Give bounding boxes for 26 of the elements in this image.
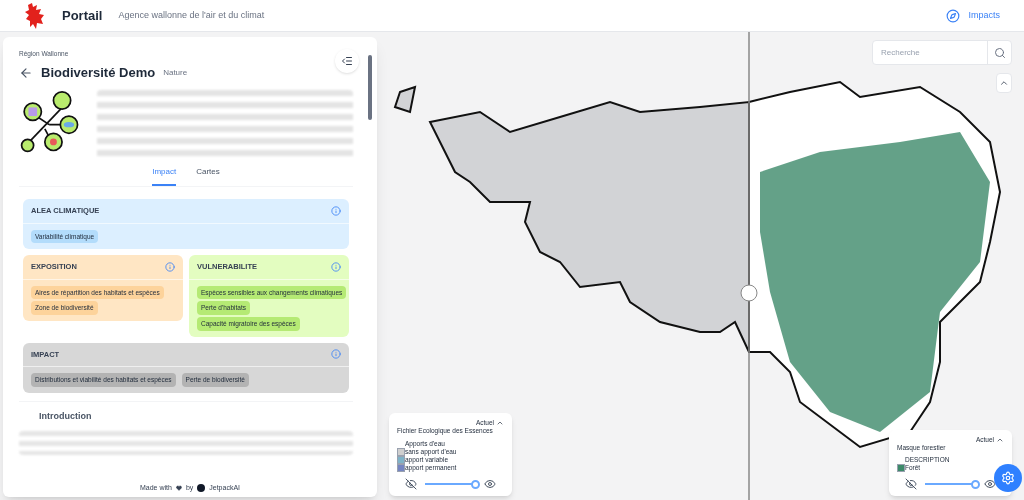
show-icon[interactable] bbox=[484, 478, 496, 490]
hide-icon[interactable] bbox=[405, 478, 417, 490]
settings-button[interactable] bbox=[994, 464, 1022, 492]
portal-title[interactable]: Portail bbox=[62, 5, 103, 26]
info-icon[interactable] bbox=[331, 205, 341, 216]
info-icon[interactable] bbox=[331, 261, 341, 272]
category-tag: Nature bbox=[163, 66, 188, 79]
impacts-link[interactable]: Impacts bbox=[968, 8, 1000, 23]
collapse-list-icon[interactable] bbox=[341, 55, 353, 67]
settings-icon[interactable] bbox=[1001, 471, 1015, 485]
tab[interactable]: Impact bbox=[152, 166, 177, 187]
agency-name: Agence wallonne de l'air et du climat bbox=[118, 8, 265, 22]
show-icon[interactable] bbox=[984, 478, 996, 490]
search-bar[interactable]: Recherche bbox=[872, 40, 1012, 65]
info-icon[interactable] bbox=[165, 261, 175, 272]
heart-icon bbox=[175, 484, 182, 491]
panel-menu-button[interactable] bbox=[335, 49, 359, 73]
search-field[interactable]: Recherche bbox=[873, 41, 987, 64]
search-icon[interactable] bbox=[993, 46, 1006, 59]
tab[interactable]: Cartes bbox=[196, 166, 220, 187]
page-title: Biodiversité Demo bbox=[41, 63, 156, 82]
compass-icon bbox=[946, 8, 961, 23]
hide-icon[interactable] bbox=[905, 478, 917, 490]
slider-thumb[interactable] bbox=[471, 479, 480, 489]
slider-thumb[interactable] bbox=[971, 479, 980, 489]
section-heading: Introduction bbox=[39, 409, 92, 423]
